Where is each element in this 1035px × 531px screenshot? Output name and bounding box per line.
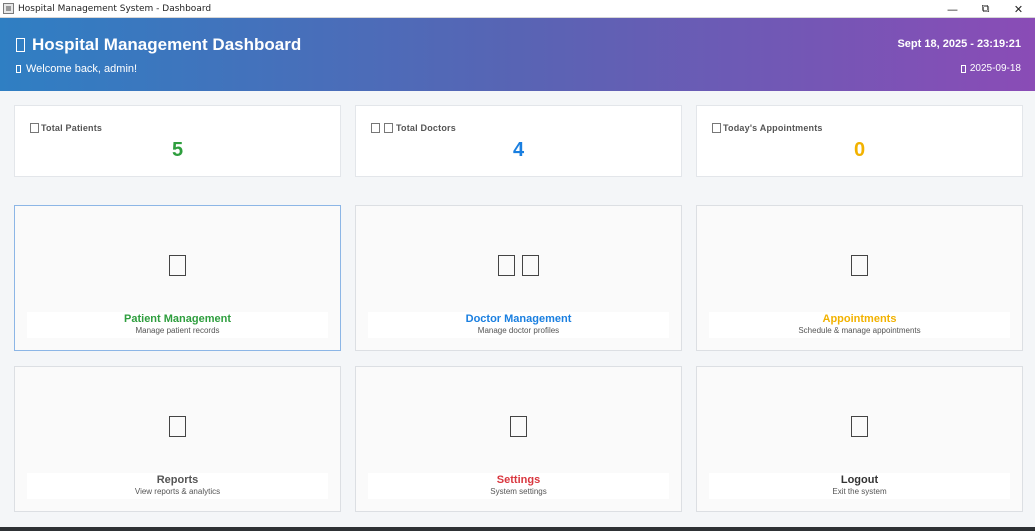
- tile-title: Settings: [496, 474, 541, 486]
- window-titlebar: Hospital Management System - Dashboard —…: [0, 0, 1035, 18]
- patient-icon: [30, 123, 39, 133]
- calendar-icon: [851, 255, 868, 276]
- tile-title: Doctor Management: [465, 313, 572, 325]
- stat-value: 5: [171, 139, 184, 161]
- doctor-icon: [498, 255, 515, 276]
- window-title: Hospital Management System - Dashboard: [18, 3, 212, 14]
- stat-label: Total Patients: [41, 123, 103, 133]
- doctor-icon-secondary: [384, 123, 393, 133]
- tile-doctor-management[interactable]: Doctor Management Manage doctor profiles: [355, 205, 682, 351]
- tile-title: Reports: [156, 474, 199, 486]
- stat-card-todays-appointments: Today's Appointments 0: [696, 105, 1023, 177]
- page-title: Hospital Management Dashboard: [32, 35, 302, 54]
- patient-icon: [169, 255, 186, 276]
- doctor-icon: [371, 123, 380, 133]
- taskbar-edge: [0, 527, 1035, 531]
- restore-button[interactable]: ⧉: [969, 0, 1002, 18]
- tile-title: Logout: [840, 474, 879, 486]
- tile-title: Patient Management: [124, 313, 231, 325]
- window-controls: — ⧉ ✕: [936, 0, 1035, 18]
- stat-card-total-patients: Total Patients 5: [14, 105, 341, 177]
- tile-description: System settings: [490, 487, 547, 496]
- tile-appointments[interactable]: Appointments Schedule & manage appointme…: [696, 205, 1023, 351]
- tile-settings[interactable]: Settings System settings: [355, 366, 682, 512]
- tile-title: Appointments: [822, 313, 897, 325]
- calendar-icon: [712, 123, 721, 133]
- tile-patient-management[interactable]: Patient Management Manage patient record…: [14, 205, 341, 351]
- tile-description: Manage patient records: [135, 326, 220, 335]
- tile-description: Manage doctor profiles: [477, 326, 560, 335]
- user-icon: [16, 65, 21, 73]
- hospital-icon: [16, 38, 25, 52]
- tile-reports[interactable]: Reports View reports & analytics: [14, 366, 341, 512]
- stat-card-total-doctors: Total Doctors 4: [355, 105, 682, 177]
- stat-label: Today's Appointments: [723, 123, 823, 133]
- tile-description: Schedule & manage appointments: [798, 326, 921, 335]
- tile-description: View reports & analytics: [134, 487, 221, 496]
- header-title-row: Hospital Management Dashboard: [16, 35, 301, 55]
- welcome-row: Welcome back, admin!: [16, 63, 137, 75]
- welcome-text: Welcome back, admin!: [26, 63, 138, 75]
- dashboard-header: Hospital Management Dashboard Welcome ba…: [0, 18, 1035, 91]
- logout-icon: [851, 416, 868, 437]
- minimize-button[interactable]: —: [936, 0, 969, 18]
- stat-value: 4: [512, 139, 525, 161]
- app-icon: [3, 3, 14, 14]
- header-date: 2025-09-18: [969, 63, 1021, 74]
- header-date-row: 2025-09-18: [960, 63, 1021, 74]
- doctor-icon-secondary: [522, 255, 539, 276]
- gear-icon: [510, 416, 527, 437]
- header-datetime: Sept 18, 2025 - 23:19:21: [897, 38, 1021, 50]
- stat-label: Total Doctors: [396, 123, 456, 133]
- close-button[interactable]: ✕: [1002, 0, 1035, 18]
- tile-description: Exit the system: [832, 487, 887, 496]
- stat-value: 0: [853, 139, 866, 161]
- tile-logout[interactable]: Logout Exit the system: [696, 366, 1023, 512]
- chart-icon: [169, 416, 186, 437]
- calendar-icon: [960, 64, 966, 73]
